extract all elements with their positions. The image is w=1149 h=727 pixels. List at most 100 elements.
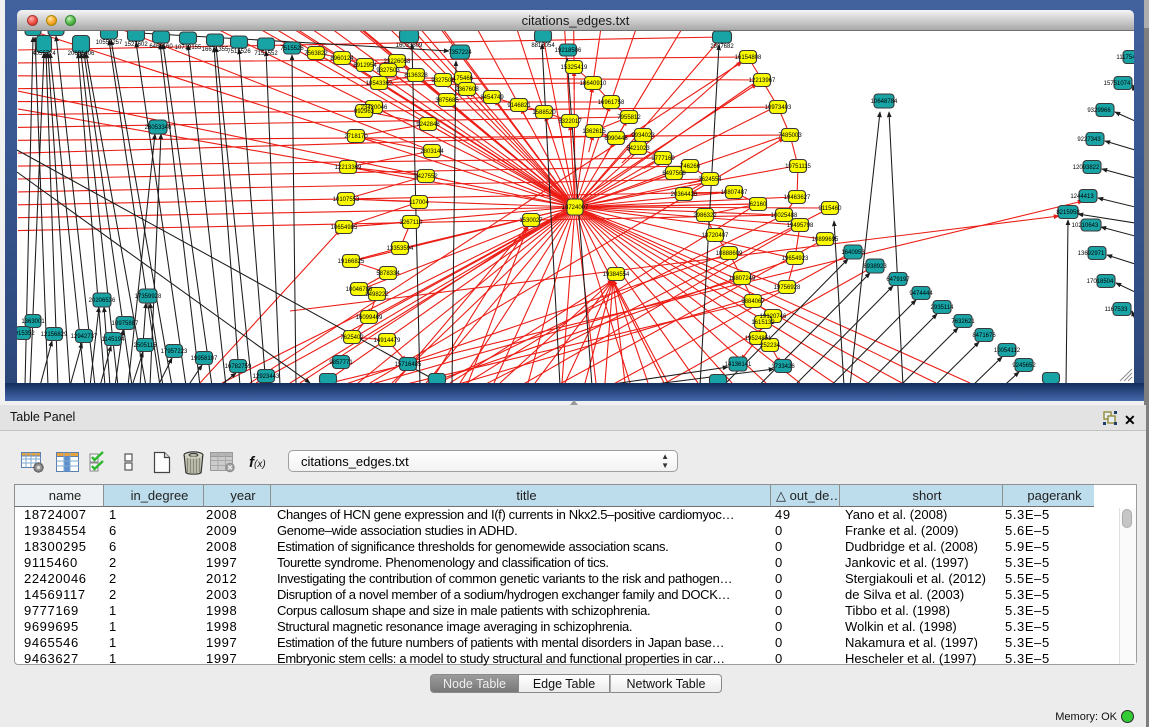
svg-text:17359928: 17359928 xyxy=(135,294,162,300)
svg-text:6497568: 6497568 xyxy=(662,171,686,177)
svg-text:252234: 252234 xyxy=(760,343,781,349)
svg-text:3498222: 3498222 xyxy=(365,292,389,298)
svg-text:9227343: 9227343 xyxy=(1077,137,1101,143)
svg-text:10899695: 10899695 xyxy=(812,237,839,243)
svg-text:15325419: 15325419 xyxy=(561,65,588,71)
svg-text:13692971: 13692971 xyxy=(1078,251,1105,257)
svg-text:2935114: 2935114 xyxy=(931,305,955,311)
svg-text:19654923: 19654923 xyxy=(782,256,809,262)
svg-text:5878334: 5878334 xyxy=(376,271,400,277)
svg-text:17018504: 17018504 xyxy=(1087,279,1114,285)
svg-text:175466: 175466 xyxy=(453,76,474,82)
svg-text:1362615: 1362615 xyxy=(582,129,606,135)
svg-text:1527602: 1527602 xyxy=(124,42,148,48)
svg-text:9115460: 9115460 xyxy=(819,206,843,212)
svg-text:19756928: 19756928 xyxy=(774,285,801,291)
svg-text:9427552: 9427552 xyxy=(414,174,438,180)
svg-text:6479197: 6479197 xyxy=(886,277,910,283)
svg-text:992963: 992963 xyxy=(354,109,375,115)
svg-text:9857771: 9857771 xyxy=(329,360,353,366)
svg-text:1145194: 1145194 xyxy=(102,337,126,343)
svg-text:10543362: 10543362 xyxy=(366,81,393,87)
svg-text:19524851: 19524851 xyxy=(745,336,772,342)
svg-text:117004: 117004 xyxy=(409,200,429,206)
svg-text:9327508: 9327508 xyxy=(431,78,455,84)
svg-text:18807249: 18807249 xyxy=(729,276,756,282)
svg-text:16154808: 16154808 xyxy=(735,55,762,61)
svg-text:3624554: 3624554 xyxy=(698,177,722,183)
svg-text:3875685: 3875685 xyxy=(435,98,459,104)
svg-text:12156829: 12156829 xyxy=(41,332,68,338)
svg-text:16033809: 16033809 xyxy=(396,43,423,49)
svg-text:14914479: 14914479 xyxy=(374,338,401,344)
svg-text:19751115: 19751115 xyxy=(785,164,811,170)
svg-text:1615132: 1615132 xyxy=(751,320,775,326)
svg-text:1733426: 1733426 xyxy=(771,364,795,370)
svg-text:8912954: 8912954 xyxy=(353,63,377,69)
svg-text:20691406: 20691406 xyxy=(68,51,95,57)
svg-text:2887682: 2887682 xyxy=(710,44,734,50)
svg-text:7151552: 7151552 xyxy=(254,51,278,57)
svg-text:10719155: 10719155 xyxy=(175,45,202,51)
svg-text:8136328: 8136328 xyxy=(404,73,428,79)
svg-text:1167533: 1167533 xyxy=(1105,307,1129,313)
svg-text:10973403: 10973403 xyxy=(765,105,792,111)
svg-text:8960124: 8960124 xyxy=(330,56,354,62)
svg-text:2505115: 2505115 xyxy=(134,343,158,349)
svg-text:20364436: 20364436 xyxy=(671,192,698,198)
svg-text:10553257: 10553257 xyxy=(96,40,123,46)
svg-text:15751074: 15751074 xyxy=(1104,81,1131,87)
svg-text:12942737: 12942737 xyxy=(71,334,98,340)
svg-text:1640953: 1640953 xyxy=(841,250,865,256)
svg-text:1588520: 1588520 xyxy=(532,110,556,116)
svg-text:16961758: 16961758 xyxy=(598,100,625,106)
svg-text:7563822: 7563822 xyxy=(304,51,328,57)
svg-text:10654985: 10654985 xyxy=(331,225,358,231)
svg-text:9327503: 9327503 xyxy=(376,68,400,74)
svg-text:12213967: 12213967 xyxy=(749,78,776,84)
svg-text:12923443: 12923443 xyxy=(253,374,280,380)
svg-text:7357224: 7357224 xyxy=(448,50,472,56)
svg-text:19958107: 19958107 xyxy=(191,356,218,362)
svg-text:14136141: 14136141 xyxy=(725,362,752,368)
svg-text:5421023: 5421023 xyxy=(626,146,650,152)
svg-text:19463627: 19463627 xyxy=(784,195,811,201)
svg-text:9777169: 9777169 xyxy=(651,156,675,162)
svg-text:10025488: 10025488 xyxy=(771,213,798,219)
svg-text:1530027: 1530027 xyxy=(519,218,543,224)
svg-text:746266: 746266 xyxy=(680,164,701,170)
svg-text:19166825: 19166825 xyxy=(338,259,365,265)
svg-text:10107553: 10107553 xyxy=(333,197,360,203)
svg-text:20206536: 20206536 xyxy=(89,298,116,304)
svg-text:10054112: 10054112 xyxy=(994,348,1021,354)
svg-text:1363001: 1363001 xyxy=(21,319,45,325)
svg-text:7485003: 7485003 xyxy=(778,133,802,139)
svg-text:9242848: 9242848 xyxy=(416,122,440,128)
svg-text:62160: 62160 xyxy=(750,202,767,208)
svg-text:1244413: 1244413 xyxy=(1070,194,1094,200)
svg-text:18640910: 18640910 xyxy=(580,81,607,87)
svg-text:10807487: 10807487 xyxy=(721,190,748,196)
svg-text:19218506: 19218506 xyxy=(555,48,582,54)
svg-text:16099469: 16099469 xyxy=(356,315,383,321)
svg-text:4055724: 4055724 xyxy=(32,51,56,57)
svg-text:9474444: 9474444 xyxy=(909,291,933,297)
svg-text:7955812: 7955812 xyxy=(617,115,641,121)
svg-text:7632621: 7632621 xyxy=(951,319,975,325)
svg-text:3915352: 3915352 xyxy=(17,331,35,337)
svg-text:2367608: 2367608 xyxy=(455,87,479,93)
svg-text:16671355: 16671355 xyxy=(202,47,229,53)
svg-text:8938923: 8938923 xyxy=(863,264,887,270)
svg-text:2803144: 2803144 xyxy=(420,149,444,155)
svg-text:12213369: 12213369 xyxy=(335,165,362,171)
svg-text:17957223: 17957223 xyxy=(161,349,188,355)
svg-text:23226058: 23226058 xyxy=(384,59,411,65)
svg-text:111754: 111754 xyxy=(1116,55,1134,61)
svg-text:10648784: 10648784 xyxy=(871,99,898,105)
svg-text:19384554: 19384554 xyxy=(603,272,630,278)
svg-text:9884067: 9884067 xyxy=(741,299,765,305)
svg-text:18724007: 18724007 xyxy=(562,205,589,211)
svg-text:8454749: 8454749 xyxy=(480,95,504,101)
svg-text:8322017: 8322017 xyxy=(558,119,582,125)
svg-text:10888609: 10888609 xyxy=(716,251,743,257)
